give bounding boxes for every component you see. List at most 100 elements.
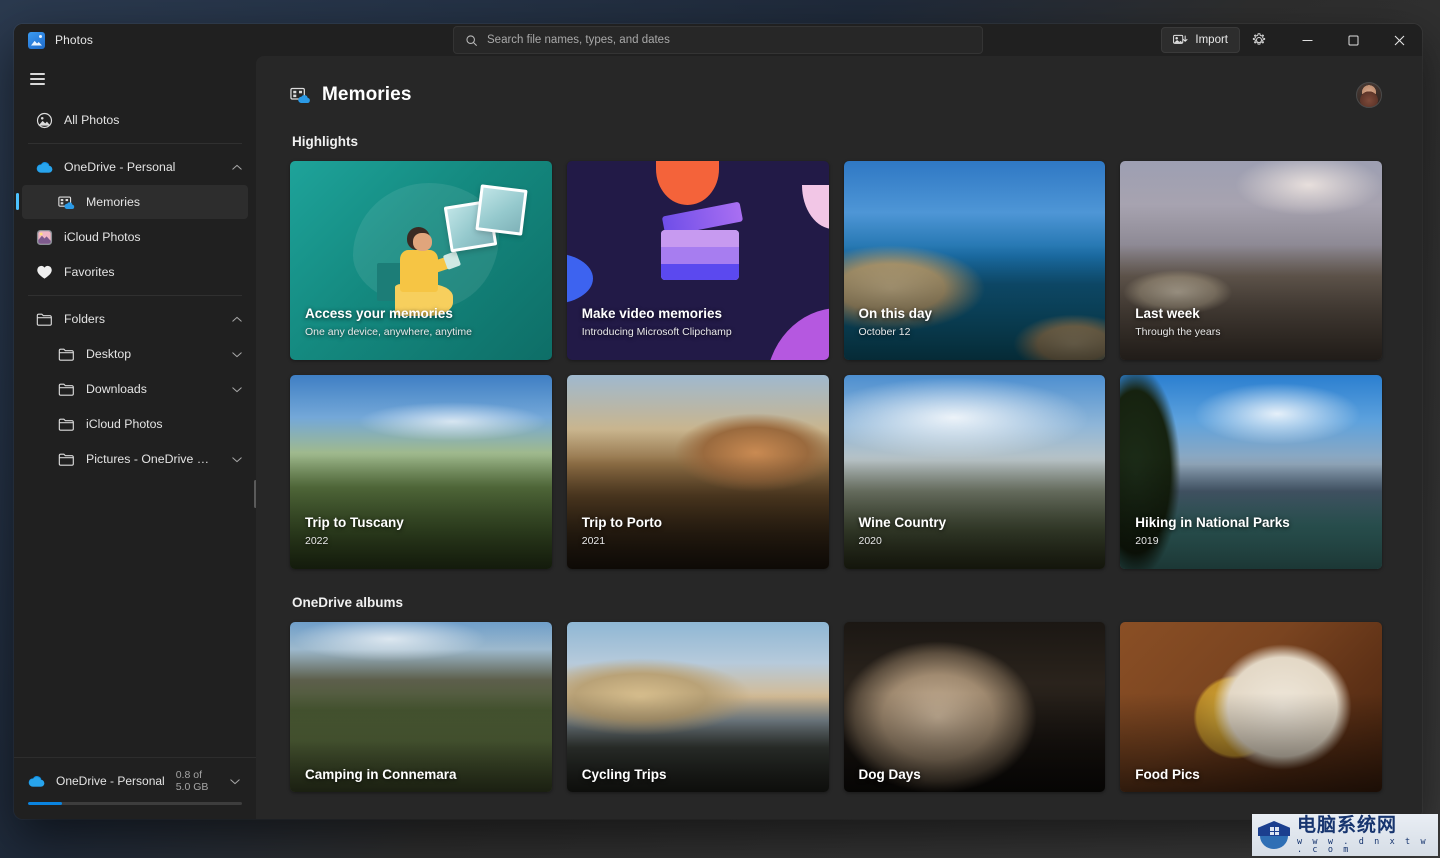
onedrive-cloud-icon bbox=[36, 159, 53, 176]
memory-card[interactable]: Dog Days bbox=[843, 622, 1106, 792]
watermark-text: 电脑系统网 w w w . d n x t w . c o m bbox=[1297, 815, 1432, 855]
sidebar-item-icloud-photos[interactable]: iCloud Photos bbox=[22, 407, 248, 441]
watermark-logo-icon bbox=[1258, 820, 1290, 850]
chevron-down-icon[interactable] bbox=[226, 351, 248, 358]
chevron-down-icon[interactable] bbox=[226, 386, 248, 393]
sidebar-item-label: Pictures - OneDrive Personal bbox=[86, 452, 215, 466]
chevron-down-icon[interactable] bbox=[229, 778, 242, 785]
memory-card[interactable]: Camping in Connemara bbox=[290, 622, 552, 792]
import-icon bbox=[1173, 34, 1188, 44]
card-subtitle: Through the years bbox=[1135, 326, 1221, 338]
watermark-url: w w w . d n x t w . c o m bbox=[1297, 836, 1429, 855]
hamburger-menu-button[interactable] bbox=[28, 62, 64, 96]
storage-progress-fill bbox=[28, 802, 63, 805]
nav-separator bbox=[28, 295, 242, 296]
sidebar-item-icloud-photos[interactable]: iCloud Photos bbox=[22, 220, 248, 254]
gear-icon bbox=[1252, 33, 1266, 45]
app-branding: Photos bbox=[14, 31, 256, 49]
card-title: Trip to Porto bbox=[581, 515, 662, 530]
decorative-shape bbox=[802, 184, 829, 229]
memory-card[interactable]: Access your memories One any device, anyw… bbox=[290, 161, 552, 360]
card-text: Hiking in National Parks 2019 bbox=[1135, 515, 1370, 547]
search-placeholder: Search file names, types, and dates bbox=[487, 34, 670, 46]
close-icon bbox=[1394, 35, 1404, 45]
sidebar-item-label: Downloads bbox=[86, 382, 147, 396]
card-subtitle: Introducing Microsoft Clipchamp bbox=[581, 326, 732, 338]
memory-card[interactable]: Trip to Tuscany 2022 bbox=[290, 375, 552, 569]
card-subtitle: 2021 bbox=[581, 535, 606, 547]
main-scroll-region[interactable]: Memories Highlights Access your memories O… bbox=[256, 56, 1422, 819]
memory-card[interactable]: Food Pics bbox=[1120, 622, 1382, 792]
close-button[interactable] bbox=[1376, 24, 1422, 56]
sidebar-item-pictures-onedrive-personal[interactable]: Pictures - OneDrive Personal bbox=[22, 442, 248, 476]
page-header: Memories bbox=[290, 82, 1382, 108]
selection-indicator bbox=[16, 193, 19, 210]
decorative-shape bbox=[566, 252, 593, 305]
card-subtitle: One any device, anywhere, anytime bbox=[305, 326, 472, 338]
card-subtitle: 2022 bbox=[305, 535, 329, 547]
chevron-down-icon[interactable] bbox=[226, 456, 248, 463]
folder-icon bbox=[58, 381, 75, 398]
gradient-scrim bbox=[843, 244, 1106, 360]
card-title: Cycling Trips bbox=[581, 767, 667, 782]
sidebar-item-folders[interactable]: Folders bbox=[22, 302, 248, 336]
decorative-shape bbox=[655, 161, 719, 205]
sidebar: All Photos OneDrive - Personal Memories iCl… bbox=[14, 56, 257, 819]
memory-card[interactable]: Last week Through the years bbox=[1120, 161, 1382, 360]
clapperboard-icon bbox=[660, 201, 743, 281]
card-text: On this day October 12 bbox=[859, 306, 1094, 338]
sidebar-item-memories[interactable]: Memories bbox=[16, 185, 248, 219]
sidebar-item-downloads[interactable]: Downloads bbox=[22, 372, 248, 406]
chevron-up-icon[interactable] bbox=[226, 316, 248, 323]
gradient-scrim bbox=[1120, 244, 1382, 360]
card-title: Food Pics bbox=[1135, 767, 1200, 782]
page-title-wrap: Memories bbox=[290, 84, 412, 106]
section-title: OneDrive albums bbox=[292, 595, 404, 610]
onedrive-cloud-icon bbox=[28, 773, 45, 790]
sidebar-item-desktop[interactable]: Desktop bbox=[22, 337, 248, 371]
maximize-icon bbox=[1348, 35, 1358, 45]
sidebar-item-favorites[interactable]: Favorites bbox=[22, 255, 248, 289]
folder-icon bbox=[58, 451, 75, 468]
memory-card[interactable]: Hiking in National Parks 2019 bbox=[1120, 375, 1382, 569]
folder-icon bbox=[36, 311, 53, 328]
storage-row: OneDrive - Personal 0.8 of 5.0 GB bbox=[28, 769, 242, 793]
card-title: Make video memories bbox=[581, 306, 723, 321]
card-title: Hiking in National Parks bbox=[1135, 515, 1290, 530]
gradient-scrim bbox=[1120, 456, 1382, 569]
sidebar-item-label: OneDrive - Personal bbox=[64, 160, 176, 174]
sidebar-item-onedrive-personal[interactable]: OneDrive - Personal bbox=[22, 150, 248, 184]
storage-amount: 0.8 of 5.0 GB bbox=[175, 769, 209, 793]
memory-card[interactable]: Wine Country 2020 bbox=[843, 375, 1106, 569]
heart-icon bbox=[36, 264, 53, 281]
card-text: Wine Country 2020 bbox=[859, 515, 1094, 547]
window-body: All Photos OneDrive - Personal Memories iCl… bbox=[14, 56, 1422, 819]
card-title: Last week bbox=[1135, 306, 1200, 321]
storage-progress-bar bbox=[28, 802, 242, 805]
card-title: Wine Country bbox=[858, 515, 947, 530]
card-subtitle: 2019 bbox=[1135, 535, 1159, 547]
memory-card[interactable]: Trip to Porto 2021 bbox=[566, 375, 829, 569]
sidebar-item-label: Folders bbox=[64, 312, 106, 326]
sidebar-item-all-photos[interactable]: All Photos bbox=[22, 103, 248, 137]
minimize-button[interactable] bbox=[1284, 24, 1330, 56]
memory-card[interactable]: Make video memories Introducing Microsoft… bbox=[566, 161, 829, 360]
settings-button[interactable] bbox=[1244, 27, 1274, 53]
card-title: On this day bbox=[858, 306, 933, 321]
memory-card[interactable]: Cycling Trips bbox=[566, 622, 829, 792]
page-title: Memories bbox=[322, 84, 412, 105]
search-input[interactable]: Search file names, types, and dates bbox=[453, 26, 983, 54]
memory-card[interactable]: On this day October 12 bbox=[843, 161, 1106, 360]
card-text: Trip to Porto 2021 bbox=[582, 515, 817, 547]
maximize-button[interactable] bbox=[1330, 24, 1376, 56]
icloud-photos-icon bbox=[36, 229, 53, 246]
site-watermark: 电脑系统网 w w w . d n x t w . c o m bbox=[1252, 814, 1438, 856]
sidebar-item-label: Desktop bbox=[86, 347, 132, 361]
chevron-up-icon[interactable] bbox=[226, 164, 248, 171]
storage-panel[interactable]: OneDrive - Personal 0.8 of 5.0 GB bbox=[14, 757, 256, 819]
avatar[interactable] bbox=[1356, 82, 1382, 108]
sidebar-item-label: Memories bbox=[86, 195, 140, 209]
gradient-scrim bbox=[566, 456, 829, 569]
section-title: Highlights bbox=[292, 134, 358, 149]
import-button[interactable]: Import bbox=[1161, 27, 1240, 53]
